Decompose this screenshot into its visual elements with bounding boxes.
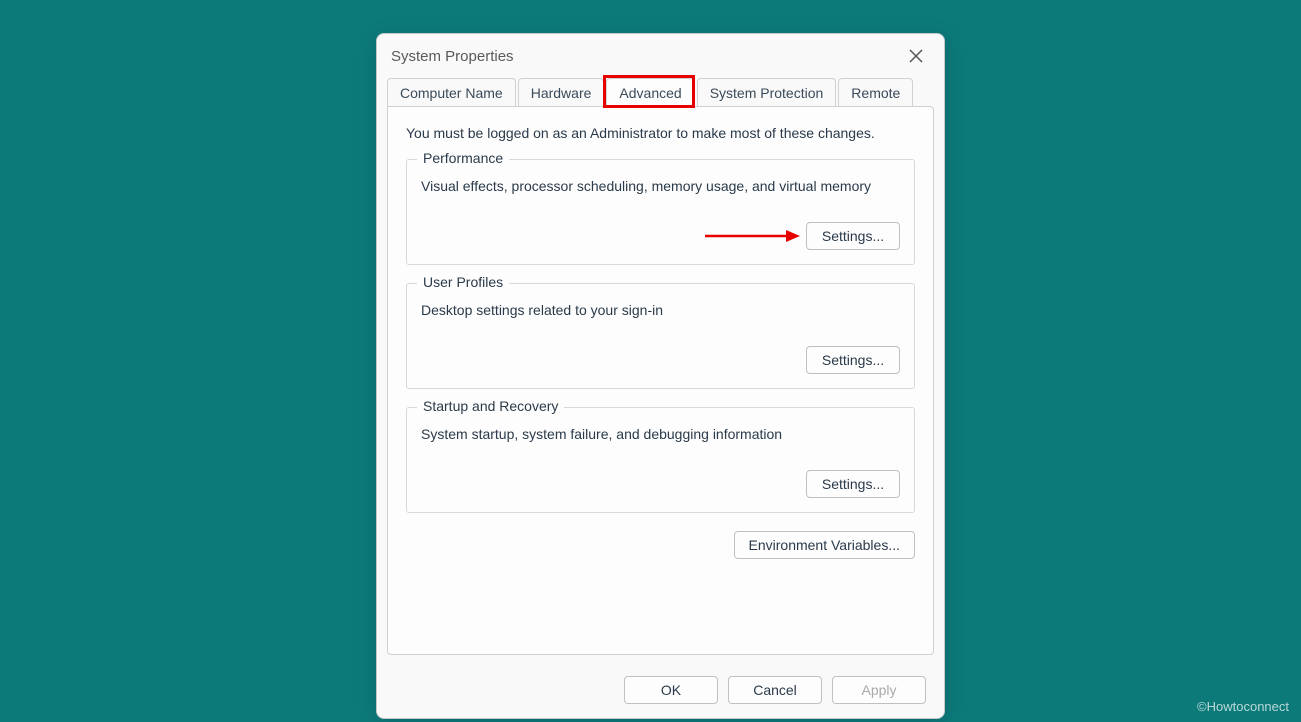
cancel-button[interactable]: Cancel bbox=[728, 676, 822, 704]
group-startup-recovery: Startup and Recovery System startup, sys… bbox=[406, 407, 915, 513]
startup-recovery-settings-button[interactable]: Settings... bbox=[806, 470, 900, 498]
user-profiles-settings-button[interactable]: Settings... bbox=[806, 346, 900, 374]
system-properties-dialog: System Properties Computer Name Hardware… bbox=[376, 33, 945, 719]
close-icon bbox=[909, 49, 923, 63]
group-desc-startup-recovery: System startup, system failure, and debu… bbox=[421, 426, 900, 442]
performance-settings-button[interactable]: Settings... bbox=[806, 222, 900, 250]
group-desc-performance: Visual effects, processor scheduling, me… bbox=[421, 178, 900, 194]
watermark: ©Howtoconnect bbox=[1197, 699, 1289, 714]
group-title-user-profiles: User Profiles bbox=[417, 274, 509, 290]
window-title: System Properties bbox=[391, 48, 902, 65]
tab-remote[interactable]: Remote bbox=[838, 78, 913, 107]
tab-bar: Computer Name Hardware Advanced System P… bbox=[377, 78, 944, 107]
tab-system-protection[interactable]: System Protection bbox=[697, 78, 837, 107]
close-button[interactable] bbox=[902, 42, 930, 70]
group-user-profiles: User Profiles Desktop settings related t… bbox=[406, 283, 915, 389]
ok-button[interactable]: OK bbox=[624, 676, 718, 704]
group-title-startup-recovery: Startup and Recovery bbox=[417, 398, 564, 414]
tab-advanced[interactable]: Advanced bbox=[606, 78, 694, 107]
titlebar: System Properties bbox=[377, 34, 944, 78]
environment-variables-button[interactable]: Environment Variables... bbox=[734, 531, 915, 559]
tab-computer-name[interactable]: Computer Name bbox=[387, 78, 516, 107]
tab-content-advanced: You must be logged on as an Administrato… bbox=[387, 106, 934, 655]
dialog-button-row: OK Cancel Apply bbox=[377, 666, 944, 718]
admin-notice: You must be logged on as an Administrato… bbox=[406, 125, 915, 141]
tab-hardware[interactable]: Hardware bbox=[518, 78, 605, 107]
apply-button[interactable]: Apply bbox=[832, 676, 926, 704]
group-title-performance: Performance bbox=[417, 150, 509, 166]
group-performance: Performance Visual effects, processor sc… bbox=[406, 159, 915, 265]
group-desc-user-profiles: Desktop settings related to your sign-in bbox=[421, 302, 900, 318]
